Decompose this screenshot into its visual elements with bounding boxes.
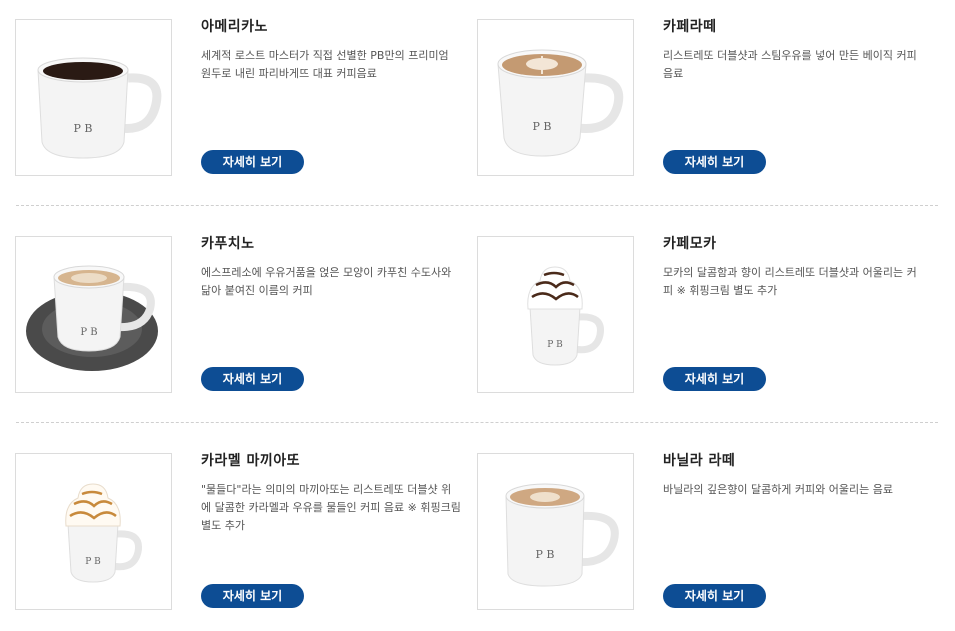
pb-logo-text: P B — [533, 120, 552, 133]
pb-logo-text: P B — [74, 122, 93, 135]
menu-item-description: 모카의 달콤함과 향이 리스트레또 더블샷과 어울리는 커피 ※ 휘핑크림 별도… — [663, 266, 917, 297]
menu-item-name: 카푸치노 — [201, 236, 255, 252]
menu-item-description: 리스트레또 더블샷과 스팀우유를 넣어 만든 베이직 커피 음료 — [663, 49, 917, 80]
menu-item-vanilla-latte: P B 바닐라 라떼 바닐라의 깊은향이 달콤하게 커피와 어울리는 음료 자세… — [477, 453, 932, 611]
cappuccino-image[interactable]: P B — [15, 236, 172, 393]
detail-button[interactable]: 자세히 보기 — [663, 584, 766, 608]
cafe-mocha-image[interactable]: P B — [477, 236, 634, 393]
menu-item-name: 카페모카 — [663, 236, 717, 252]
pb-logo-text: P B — [85, 557, 101, 567]
menu-item-description: 에스프레소에 우유거품을 얹은 모양이 카푸친 수도사와 닮아 붙여진 이름의 … — [201, 266, 452, 297]
menu-item-cappuccino: P B 카푸치노 에스프레소에 우유거품을 얹은 모양이 카푸친 수도사와 닮아… — [15, 236, 470, 394]
menu-item-name: 카라멜 마끼아또 — [201, 453, 301, 469]
menu-item-description: "물들다"라는 의미의 마끼아또는 리스트레또 더블샷 위에 달콤한 카라멜과 … — [201, 483, 461, 532]
detail-button[interactable]: 자세히 보기 — [663, 367, 766, 391]
caramel-macchiato-image[interactable]: P B — [15, 453, 172, 610]
detail-button[interactable]: 자세히 보기 — [201, 150, 304, 174]
cafe-latte-image[interactable]: P B — [477, 19, 634, 176]
menu-item-name: 카페라떼 — [663, 19, 717, 35]
detail-button[interactable]: 자세히 보기 — [201, 367, 304, 391]
pb-logo-text: P B — [80, 327, 97, 338]
menu-item-cafe-latte: P B 카페라떼 리스트레또 더블샷과 스팀우유를 넣어 만든 베이직 커피 음… — [477, 19, 932, 177]
row-separator — [16, 422, 938, 423]
pb-logo-text: P B — [536, 548, 555, 561]
americano-image[interactable]: P B — [15, 19, 172, 176]
menu-item-caramel-macchiato: P B 카라멜 마끼아또 "물들다"라는 의미의 마끼아또는 리스트레또 더블샷… — [15, 453, 470, 611]
menu-item-description: 바닐라의 깊은향이 달콤하게 커피와 어울리는 음료 — [663, 483, 894, 496]
menu-item-name: 바닐라 라떼 — [663, 453, 736, 469]
pb-logo-text: P B — [547, 340, 563, 350]
detail-button[interactable]: 자세히 보기 — [201, 584, 304, 608]
menu-item-description: 세계적 로스트 마스터가 직접 선별한 PB만의 프리미엄 원두로 내린 파리바… — [201, 49, 449, 80]
detail-button[interactable]: 자세히 보기 — [663, 150, 766, 174]
menu-item-americano: P B 아메리카노 세계적 로스트 마스터가 직접 선별한 PB만의 프리미엄 … — [15, 19, 470, 177]
vanilla-latte-image[interactable]: P B — [477, 453, 634, 610]
menu-item-name: 아메리카노 — [201, 19, 268, 35]
row-separator — [16, 205, 938, 206]
menu-item-cafe-mocha: P B 카페모카 모카의 달콤함과 향이 리스트레또 더블샷과 어울리는 커피 … — [477, 236, 932, 394]
